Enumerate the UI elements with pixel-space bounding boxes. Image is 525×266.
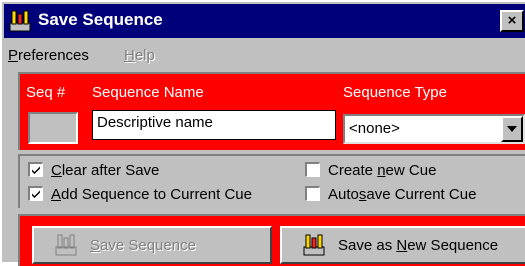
sequence-name-header: Sequence Name: [92, 84, 204, 101]
create-new-cue-label-pre: Create: [328, 162, 378, 179]
save-sequence-button[interactable]: Save Sequence: [32, 226, 272, 264]
menu-help-mnemonic: H: [124, 47, 135, 64]
seq-number-header: Seq #: [26, 84, 66, 101]
save-as-new-sequence-label: Save as New Sequence: [338, 237, 498, 254]
clear-after-save-checkbox[interactable]: [28, 161, 43, 177]
save-as-new-mnemonic: N: [396, 237, 408, 254]
clear-after-save-option[interactable]: Clear after Save: [28, 161, 160, 179]
menu-preferences[interactable]: Preferences: [8, 47, 89, 64]
options-panel: Clear after Save Add Sequence to Current…: [18, 154, 525, 208]
create-new-cue-mnemonic: n: [377, 162, 386, 179]
button-panel: Save Sequence Save as New Sequence: [18, 214, 525, 266]
sequence-app-icon: [9, 10, 31, 32]
checkmark-icon: [32, 190, 40, 198]
sequence-type-dropdown-button[interactable]: [501, 116, 523, 142]
sequence-save-icon: [303, 234, 325, 256]
close-button[interactable]: ×: [500, 10, 524, 32]
menu-preferences-mnemonic: P: [8, 47, 19, 64]
add-to-current-cue-mnemonic: A: [51, 186, 62, 203]
save-as-new-label-rest: ew Sequence: [407, 237, 499, 254]
sequence-type-select[interactable]: <none>: [343, 114, 525, 144]
autosave-current-cue-checkbox[interactable]: [305, 185, 320, 201]
save-as-new-sequence-button[interactable]: Save as New Sequence: [280, 226, 525, 264]
autosave-current-cue-option[interactable]: Autosave Current Cue: [305, 185, 477, 203]
autosave-current-cue-label-pre: Auto: [328, 186, 359, 203]
window-title: Save Sequence: [38, 10, 163, 29]
sequence-save-icon: [55, 234, 77, 256]
add-to-current-cue-label: dd Sequence to Current Cue: [61, 186, 252, 203]
save-sequence-label-rest: ave Sequence: [100, 237, 196, 254]
sequence-name-input[interactable]: Descriptive name: [92, 110, 336, 140]
create-new-cue-checkbox[interactable]: [305, 161, 320, 177]
save-sequence-label: Save Sequence: [90, 237, 196, 254]
clear-after-save-label: lear after Save: [61, 162, 160, 179]
clear-after-save-mnemonic: C: [51, 162, 62, 179]
create-new-cue-label: ew Cue: [385, 162, 437, 179]
save-sequence-window: Save Sequence × Preferences Help Seq # S…: [0, 0, 525, 266]
menu-help-label: elp: [134, 47, 155, 64]
sequence-type-value: <none>: [349, 120, 400, 137]
menu-preferences-label: references: [18, 47, 89, 64]
create-new-cue-option[interactable]: Create new Cue: [305, 161, 437, 179]
add-to-current-cue-checkbox[interactable]: [28, 185, 43, 201]
chevron-down-icon: [507, 126, 517, 132]
sequence-type-header: Sequence Type: [343, 84, 447, 101]
autosave-current-cue-label: ave Current Cue: [366, 186, 477, 203]
seq-number-field: [28, 112, 78, 144]
add-to-current-cue-option[interactable]: Add Sequence to Current Cue: [28, 185, 252, 203]
title-bar[interactable]: Save Sequence ×: [4, 4, 525, 38]
sequence-panel: Seq # Sequence Name Sequence Type Descri…: [18, 72, 525, 150]
save-sequence-mnemonic: S: [90, 237, 101, 254]
menu-help[interactable]: Help: [124, 47, 155, 64]
checkmark-icon: [32, 166, 40, 174]
save-as-new-label-pre: Save as: [338, 237, 397, 254]
menu-bar: Preferences Help: [6, 40, 506, 70]
